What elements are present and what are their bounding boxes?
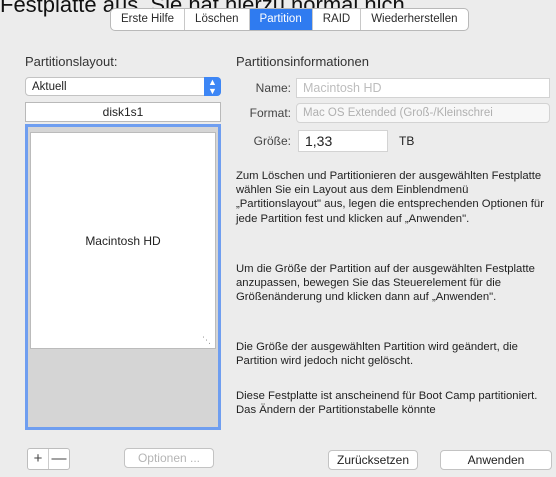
format-popup[interactable]: Mac OS Extended (Groß-/Kleinschrei (296, 103, 550, 123)
tab-bar: Erste Hilfe Löschen Partition RAID Wiede… (110, 8, 469, 31)
size-field[interactable]: 1,33 (298, 130, 388, 152)
partition-info-title: Partitionsinformationen (236, 54, 369, 69)
help-text-2: Um die Größe der Partition auf der ausge… (236, 263, 535, 304)
help-text-4: Diese Festplatte ist anscheinend für Boo… (236, 390, 538, 417)
chevron-updown-icon: ▲ ▼ (204, 77, 221, 96)
format-label: Format: (249, 106, 291, 120)
partition-map[interactable]: Macintosh HD ⋱ (25, 124, 221, 430)
size-label: Größe: (253, 134, 291, 148)
help-text-1: Zum Löschen und Partitionieren der ausge… (236, 170, 544, 225)
remove-partition-button[interactable]: — (48, 449, 69, 469)
tab-wiederherstellen[interactable]: Wiederherstellen (361, 9, 467, 30)
format-value: Mac OS Extended (Groß-/Kleinschrei (303, 107, 493, 119)
tab-loeschen[interactable]: Löschen (185, 9, 250, 30)
add-partition-button[interactable]: + (28, 449, 48, 469)
apply-button[interactable]: Anwenden (440, 450, 552, 470)
add-remove-control: + — (27, 448, 70, 470)
name-label: Name: (255, 81, 291, 95)
partition-layout-label: Partitionslayout: (25, 54, 118, 69)
name-field[interactable]: Macintosh HD (296, 78, 550, 98)
tab-erste-hilfe[interactable]: Erste Hilfe (111, 9, 186, 30)
partition-layout-select[interactable]: Aktuell ▲ ▼ (25, 77, 221, 96)
resize-grip-icon[interactable]: ⋱ (202, 335, 212, 345)
partition-segment[interactable]: Macintosh HD ⋱ (30, 132, 216, 349)
disk-name-header: disk1s1 (25, 102, 221, 122)
help-text-3: Die Größe der ausgewählten Partition wir… (236, 341, 518, 368)
tab-raid[interactable]: RAID (313, 9, 362, 30)
tab-partition[interactable]: Partition (249, 9, 313, 30)
options-button[interactable]: Optionen ... (124, 448, 214, 468)
size-unit: TB (399, 134, 415, 148)
partition-segment-label: Macintosh HD (85, 233, 161, 248)
reset-button[interactable]: Zurücksetzen (328, 450, 418, 470)
partition-layout-value: Aktuell (32, 81, 67, 93)
